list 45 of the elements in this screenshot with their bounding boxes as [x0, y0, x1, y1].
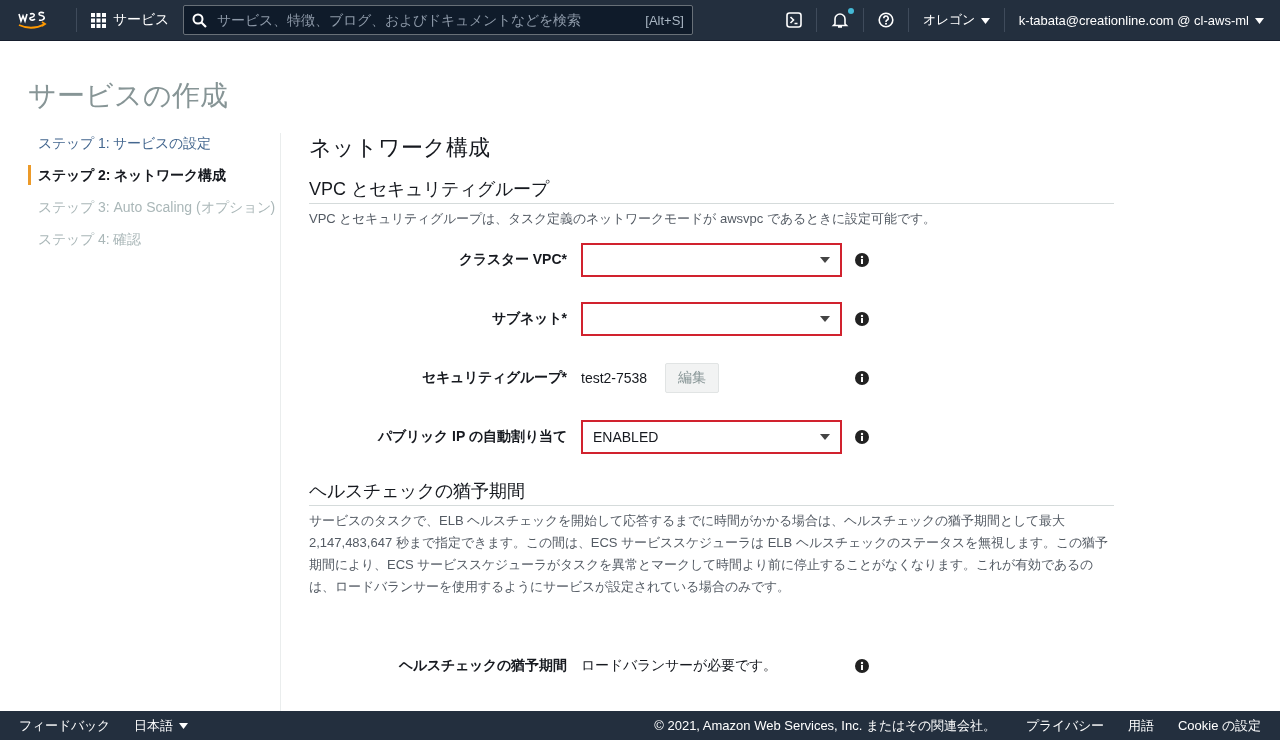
- info-icon[interactable]: [855, 430, 869, 444]
- info-icon[interactable]: [855, 253, 869, 267]
- dropdown-field[interactable]: [581, 302, 842, 336]
- services-menu-button[interactable]: サービス: [91, 11, 169, 29]
- field-value: test2-7538: [581, 370, 648, 386]
- info-icon[interactable]: [855, 371, 869, 385]
- search-icon: [192, 12, 207, 28]
- step-link[interactable]: ステップ 1: サービスの設定: [28, 133, 280, 153]
- shortcut-hint: [Alt+S]: [645, 12, 684, 28]
- caret-icon: [179, 723, 188, 730]
- info-icon[interactable]: [855, 659, 869, 673]
- field-label: クラスター VPC*: [457, 251, 568, 269]
- field-label: サブネット*: [490, 310, 568, 328]
- bell-icon[interactable]: [830, 11, 849, 29]
- page-title: サービスの作成: [28, 79, 229, 113]
- copyright-text: © 2021, Amazon Web Services, Inc. またはその関連会社。: [654, 716, 996, 735]
- dropdown-field[interactable]: [581, 243, 842, 277]
- grid-icon: [91, 12, 106, 28]
- description-text: VPC とセキュリティグループは、タスク定義のネットワークモードが awsvpc であるときに設定可能です。: [309, 210, 937, 228]
- caret-icon: [1255, 18, 1264, 25]
- region-menu[interactable]: オレゴン: [922, 11, 990, 29]
- caret-icon: [820, 434, 830, 440]
- field-label: パブリック IP の自動割り当て: [376, 428, 568, 446]
- help-icon[interactable]: [877, 12, 894, 28]
- description-text: サービスのタスクで、ELB ヘルスチェックを開始して応答するまでに時間がかかる場合は、ヘルスチェックの猶予期間として最大 2,147,483,647 秒まで指定できます。この間は、ECS サービススケジューラは ELB ヘルスチェックのステータスを無視します。この猶予期間により、ECS サービススケジューラがタスクを異常とマークして時間より前に停止することがなくなります。これが有効であるのは、ロードバランサーを使用するようにサービスが設定されている場合のみです。: [309, 512, 1109, 596]
- feedback-link[interactable]: フィードバック: [19, 716, 110, 735]
- subsection-heading: VPC とセキュリティグループ: [309, 177, 1114, 204]
- caret-icon: [820, 257, 830, 263]
- footer-link[interactable]: プライバシー: [1025, 716, 1104, 735]
- field-label: ヘルスチェックの猶予期間: [398, 657, 568, 675]
- footer-link[interactable]: 用語: [1127, 716, 1154, 735]
- aws-logo-icon[interactable]: [16, 9, 48, 31]
- account-menu[interactable]: k-tabata@creationline.com @ cl-aws-ml: [1018, 12, 1264, 28]
- subsection-heading: ヘルスチェックの猶予期間: [309, 479, 1114, 506]
- info-icon[interactable]: [855, 312, 869, 326]
- search-field[interactable]: サービス、特徴、ブログ、およびドキュメントなどを検索 [Alt+S]: [183, 5, 693, 35]
- footer-link[interactable]: Cookie の設定: [1177, 716, 1261, 735]
- caret-icon: [820, 316, 830, 322]
- field-value: ロードバランサーが必要です。: [581, 657, 777, 675]
- caret-icon: [980, 17, 990, 24]
- dropdown-field[interactable]: ENABLED: [581, 420, 842, 454]
- language-menu[interactable]: 日本語: [134, 716, 188, 735]
- terminal-icon[interactable]: [785, 12, 802, 28]
- section-heading: ネットワーク構成: [309, 134, 491, 162]
- field-label: セキュリティグループ*: [420, 369, 568, 387]
